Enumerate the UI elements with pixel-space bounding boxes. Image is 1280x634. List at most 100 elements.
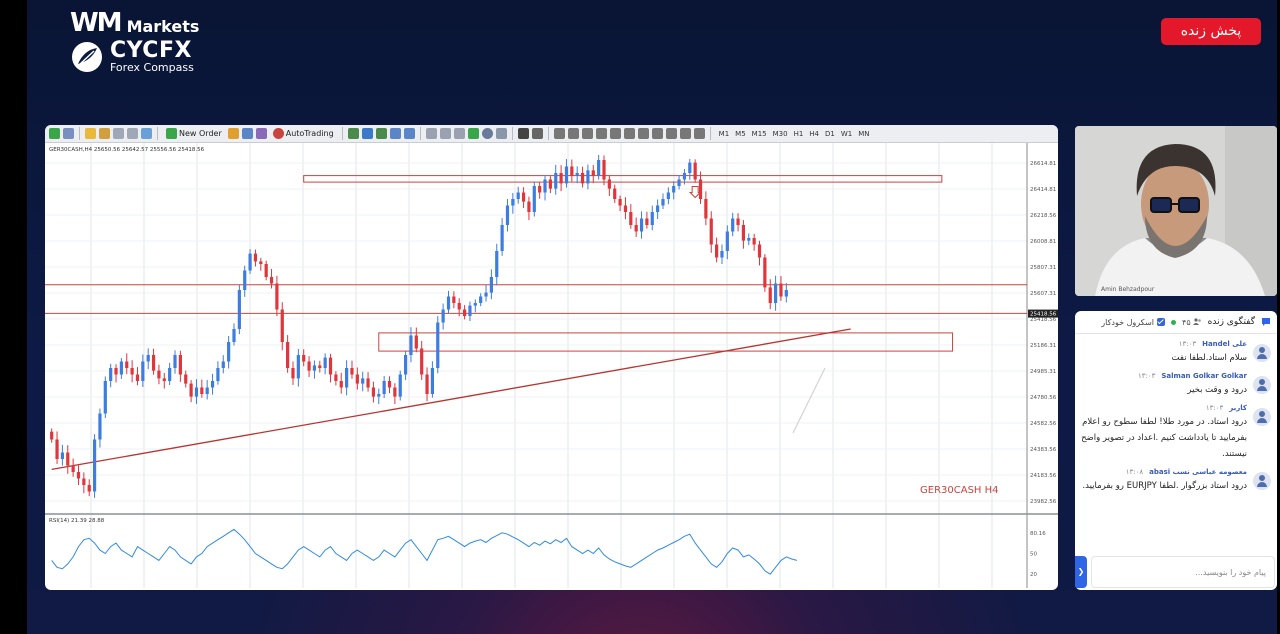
timeframe-h1[interactable]: H1 bbox=[791, 130, 807, 138]
label-icon[interactable] bbox=[637, 128, 649, 139]
chart-shift-icon[interactable] bbox=[453, 128, 465, 139]
autotrading-button[interactable]: AutoTrading bbox=[272, 128, 334, 139]
timeframe-w1[interactable]: W1 bbox=[838, 130, 855, 138]
autoscroll-label: اسکرول خودکار bbox=[1101, 317, 1155, 327]
candle-body bbox=[709, 218, 713, 245]
zoom-out-icon[interactable] bbox=[403, 128, 415, 139]
candle-body bbox=[355, 374, 359, 384]
bar-chart-icon[interactable] bbox=[347, 128, 359, 139]
new-order-button[interactable]: New Order bbox=[166, 128, 222, 139]
cursor-icon[interactable] bbox=[517, 128, 529, 139]
candle-body bbox=[302, 355, 306, 362]
wm-mark: WM bbox=[70, 8, 123, 38]
timeframe-m15[interactable]: M15 bbox=[749, 130, 770, 138]
fibonacci-icon[interactable] bbox=[609, 128, 621, 139]
plus-icon bbox=[166, 128, 177, 139]
chat-message-input[interactable]: پیام خود را بنویسید... bbox=[1091, 556, 1275, 588]
periods-icon[interactable] bbox=[481, 128, 493, 139]
support-trendline bbox=[51, 328, 851, 471]
crosshair-icon[interactable] bbox=[531, 128, 543, 139]
candle-body bbox=[720, 251, 724, 258]
ellipse-icon[interactable] bbox=[679, 128, 691, 139]
shapes-icon[interactable] bbox=[693, 128, 705, 139]
zoom-in-icon[interactable] bbox=[389, 128, 401, 139]
autoscroll-toggle[interactable]: اسکرول خودکار bbox=[1101, 317, 1166, 327]
autoscroll-checkbox[interactable] bbox=[1157, 318, 1166, 326]
text-icon[interactable] bbox=[623, 128, 635, 139]
indicator-axis-label: 50 bbox=[1030, 552, 1037, 558]
candle-body bbox=[639, 218, 644, 232]
vertical-line-icon[interactable] bbox=[553, 128, 565, 139]
timeframe-h4[interactable]: H4 bbox=[806, 130, 822, 138]
message-author: معصومه عباسی نسب abasi bbox=[1149, 468, 1247, 476]
candle-body bbox=[76, 472, 81, 479]
navigator-icon[interactable] bbox=[113, 128, 124, 139]
candle-body bbox=[468, 305, 472, 316]
data-window-icon[interactable] bbox=[99, 128, 110, 139]
metaeditor-icon[interactable] bbox=[227, 128, 239, 139]
candle-body bbox=[704, 199, 708, 219]
terminal-icon[interactable] bbox=[127, 128, 138, 139]
trading-chart-window[interactable]: New Order AutoTrading M1 M5 M15 M30 H1 H… bbox=[45, 125, 1058, 590]
candle-body bbox=[500, 225, 504, 251]
candle-body bbox=[221, 361, 225, 368]
indicators-icon[interactable] bbox=[467, 128, 479, 139]
price-axis-label: 26414.81 bbox=[1030, 187, 1056, 193]
candle-body bbox=[564, 166, 569, 184]
price-axis-label: 25186.31 bbox=[1030, 343, 1056, 349]
arrows-icon[interactable] bbox=[665, 128, 677, 139]
candle-body bbox=[779, 283, 783, 297]
candle-body bbox=[554, 173, 558, 189]
candle-body bbox=[60, 452, 65, 459]
timeframe-m30[interactable]: M30 bbox=[770, 130, 791, 138]
candle-body bbox=[698, 179, 703, 199]
alerts-icon[interactable] bbox=[241, 128, 253, 139]
chat-message: معصومه عباسی نسب abasi ۱۳:۰۸ درود استاد بز… bbox=[1075, 462, 1277, 494]
autoscroll-icon[interactable] bbox=[439, 128, 451, 139]
candle-body bbox=[269, 277, 274, 284]
candle-body bbox=[296, 355, 300, 379]
tester-icon[interactable] bbox=[141, 128, 152, 139]
tile-icon[interactable] bbox=[425, 128, 437, 139]
candle-body bbox=[157, 370, 161, 379]
timeframe-d1[interactable]: D1 bbox=[822, 130, 838, 138]
new-chart-icon[interactable] bbox=[49, 128, 60, 139]
chat-message: کاربر ۱۳:۰۳ درود استاد. در مورد طلا! لطفا … bbox=[1075, 398, 1277, 462]
candle-body bbox=[634, 225, 638, 232]
candle-body bbox=[430, 368, 435, 394]
line-chart-icon[interactable] bbox=[375, 128, 387, 139]
candle-body bbox=[495, 251, 499, 277]
autotrading-icon bbox=[272, 128, 284, 139]
market-watch-icon[interactable] bbox=[85, 128, 96, 139]
trendline-icon[interactable] bbox=[581, 128, 593, 139]
signals-icon[interactable] bbox=[255, 128, 267, 139]
candle-body bbox=[248, 253, 252, 271]
user-avatar-icon bbox=[1253, 472, 1271, 490]
candle-body bbox=[618, 199, 622, 206]
autotrading-label: AutoTrading bbox=[285, 129, 334, 138]
rectangle-tool-icon[interactable] bbox=[651, 128, 663, 139]
live-chat-panel: گفتگوی زنده ۴۵ اسکرول خودکار علی Handel ۱… bbox=[1075, 311, 1277, 590]
timeframe-mn[interactable]: MN bbox=[855, 130, 872, 138]
candle-body bbox=[210, 381, 215, 388]
candle-body bbox=[436, 322, 440, 368]
price-chart[interactable]: 26614.81 26414.81 26218.56 26008.81 25807.31… bbox=[45, 143, 1058, 590]
horizontal-line-icon[interactable] bbox=[567, 128, 579, 139]
candlestick-icon[interactable] bbox=[361, 128, 373, 139]
user-avatar-icon bbox=[1253, 408, 1271, 426]
presenter-name: Amin Behzadpour bbox=[1101, 286, 1155, 293]
candle-body bbox=[489, 277, 493, 293]
timeframe-m1[interactable]: M1 bbox=[716, 130, 733, 138]
profiles-icon[interactable] bbox=[63, 128, 74, 139]
timeframe-m5[interactable]: M5 bbox=[732, 130, 749, 138]
send-button[interactable]: ❮ bbox=[1075, 556, 1087, 588]
candle-body bbox=[312, 365, 317, 371]
price-axis-label: 23982.56 bbox=[1030, 499, 1057, 505]
candle-body bbox=[527, 201, 531, 212]
candle-body bbox=[237, 290, 241, 329]
chat-header: گفتگوی زنده ۴۵ اسکرول خودکار bbox=[1075, 311, 1277, 334]
templates-icon[interactable] bbox=[495, 128, 507, 139]
candle-body bbox=[773, 283, 778, 303]
channel-icon[interactable] bbox=[595, 128, 607, 139]
message-time: ۱۳:۰۸ bbox=[1125, 468, 1144, 476]
